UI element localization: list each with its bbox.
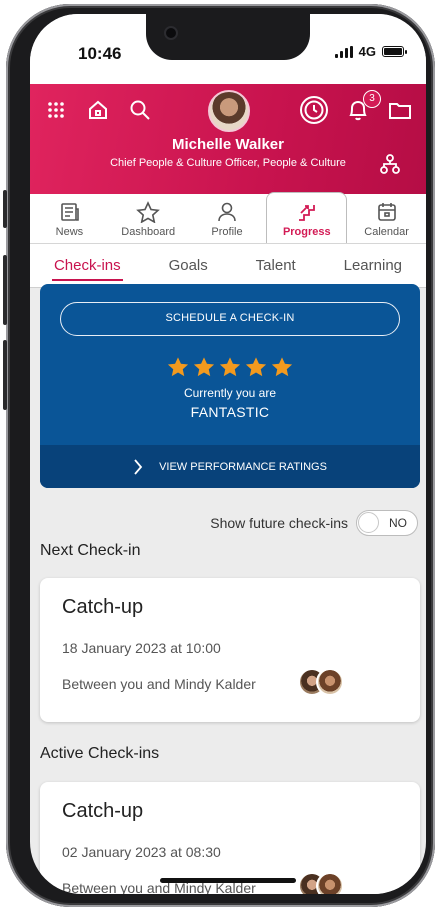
signal-icon [334, 45, 353, 58]
active-checkins-heading: Active Check-ins [40, 745, 160, 762]
view-ratings-button[interactable]: VIEW PERFORMANCE RATINGS [40, 445, 420, 488]
schedule-checkin-button[interactable]: SCHEDULE A CHECK-IN [60, 302, 400, 336]
home-icon[interactable] [84, 96, 112, 124]
toggle-knob [358, 512, 379, 533]
user-name: Michelle Walker [172, 136, 284, 153]
rating-status-prefix: Currently you are [183, 386, 277, 400]
checkin-title: Catch-up [62, 800, 144, 822]
side-button [3, 255, 7, 325]
side-button [3, 190, 7, 228]
stairs-icon [298, 205, 315, 221]
star-filled-icon [219, 357, 241, 377]
home-indicator[interactable] [160, 878, 296, 883]
future-checkins-toggle[interactable]: NO [356, 510, 418, 536]
star-filled-icon [271, 357, 293, 377]
notch [146, 14, 310, 60]
nav-tab-label: Dashboard [121, 226, 176, 238]
view-ratings-label: VIEW PERFORMANCE RATINGS [159, 460, 327, 473]
future-checkins-toggle-row: Show future check-ins NO [210, 510, 418, 536]
rating-stars [40, 356, 420, 377]
toggle-value: NO [389, 516, 407, 530]
side-button [3, 340, 7, 410]
tab-talent[interactable]: Talent [254, 253, 298, 278]
avatar [316, 668, 344, 696]
org-chart-icon[interactable] [378, 152, 402, 176]
tab-check-ins[interactable]: Check-ins [51, 253, 123, 281]
user-role: Chief People & Culture Officer, People &… [110, 157, 346, 169]
calendar-icon [377, 203, 396, 221]
notification-badge: 3 [363, 90, 381, 108]
folder-icon[interactable] [386, 96, 414, 124]
next-checkin-card[interactable]: Catch-up 18 January 2023 at 10:00 Betwee… [40, 578, 420, 722]
next-checkin-heading: Next Check-in [40, 542, 141, 559]
participant-avatars [298, 668, 344, 696]
nav-tab-label: News [55, 226, 84, 238]
participant-avatars [298, 872, 344, 894]
chevron-right-icon [134, 458, 143, 475]
nav-tab-label: Profile [211, 226, 243, 238]
search-icon[interactable] [126, 96, 154, 124]
network-label: 4G [358, 44, 376, 59]
clock-icon[interactable] [298, 94, 330, 126]
star-icon [136, 201, 161, 223]
status-bar: 10:46 4G [30, 14, 426, 84]
tab-goals[interactable]: Goals [167, 253, 210, 278]
checkin-date: 02 January 2023 at 08:30 [62, 844, 221, 860]
rating-card: SCHEDULE A CHECK-IN Currently you are FA… [40, 284, 420, 488]
avatar [316, 872, 344, 894]
app-screen: 10:46 4G 3 Michelle Walker Chief People [30, 14, 426, 894]
person-icon [218, 202, 236, 222]
nav-tab-dashboard[interactable]: Dashboard [109, 194, 188, 243]
camera-icon [164, 26, 178, 40]
progress-sub-tabs: Check-ins Goals Talent Learning [30, 244, 426, 288]
battery-icon [382, 46, 407, 57]
user-avatar[interactable] [208, 90, 250, 132]
nav-tab-label: Progress [282, 226, 331, 238]
main-nav-tabs: News Dashboard Profile Progress Calendar [30, 192, 426, 244]
news-icon [61, 203, 80, 221]
nav-tab-profile[interactable]: Profile [188, 194, 267, 243]
star-filled-icon [245, 357, 267, 377]
rating-status-value: FANTASTIC [190, 404, 270, 420]
checkin-date: 18 January 2023 at 10:00 [62, 640, 221, 656]
tab-learning[interactable]: Learning [342, 253, 404, 278]
nav-tab-progress[interactable]: Progress [266, 192, 348, 243]
apps-grid-icon[interactable] [44, 98, 68, 122]
future-checkins-label: Show future check-ins [210, 515, 348, 531]
nav-tab-label: Calendar [364, 226, 409, 238]
checkin-participants: Between you and Mindy Kalder [62, 676, 256, 692]
nav-tab-calendar[interactable]: Calendar [347, 194, 426, 243]
status-time: 10:46 [78, 44, 122, 63]
checkin-title: Catch-up [62, 596, 144, 618]
nav-tab-news[interactable]: News [30, 194, 109, 243]
status-indicators: 4G [334, 44, 407, 59]
star-filled-icon [193, 357, 215, 377]
profile-header: 3 Michelle Walker Chief People & Culture… [30, 84, 426, 194]
star-filled-icon [167, 357, 189, 377]
